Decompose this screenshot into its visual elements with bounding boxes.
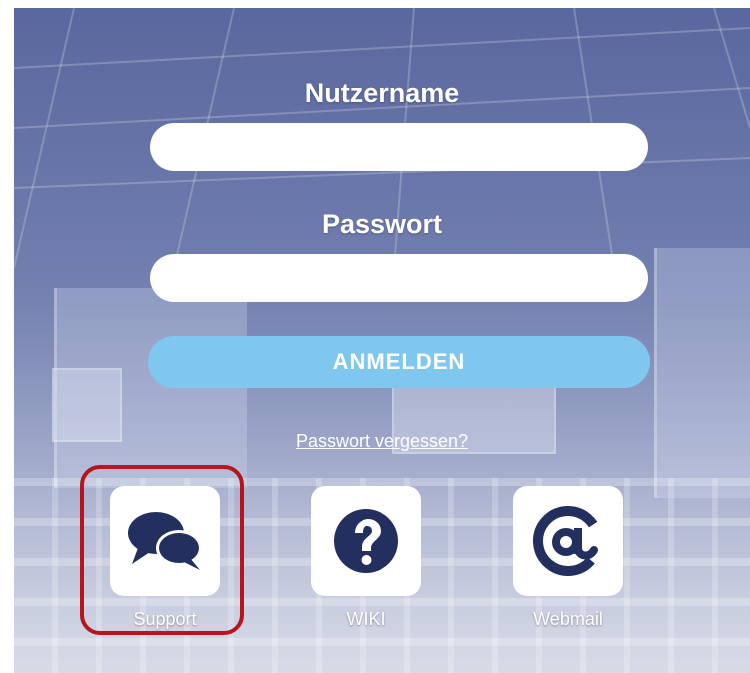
login-button[interactable]: ANMELDEN (148, 336, 650, 388)
forgot-password-link[interactable]: Passwort vergessen? (14, 431, 750, 452)
username-input[interactable] (150, 123, 648, 171)
wiki-tile-label: WIKI (346, 609, 386, 629)
login-panel: Nutzername Passwort ANMELDEN Passwort ve… (14, 8, 750, 673)
question-circle-icon (334, 509, 398, 573)
chat-bubbles-icon (128, 512, 202, 570)
wiki-tile[interactable] (311, 486, 421, 596)
support-tile-label: Support (133, 609, 197, 629)
password-label: Passwort (321, 209, 443, 239)
password-input[interactable] (150, 254, 648, 302)
webmail-tile-label: Webmail (533, 609, 603, 629)
username-label: Nutzername (304, 78, 460, 108)
support-tile[interactable] (110, 486, 220, 596)
webmail-tile[interactable] (513, 486, 623, 596)
background-window (654, 248, 750, 498)
at-sign-icon (533, 506, 603, 576)
